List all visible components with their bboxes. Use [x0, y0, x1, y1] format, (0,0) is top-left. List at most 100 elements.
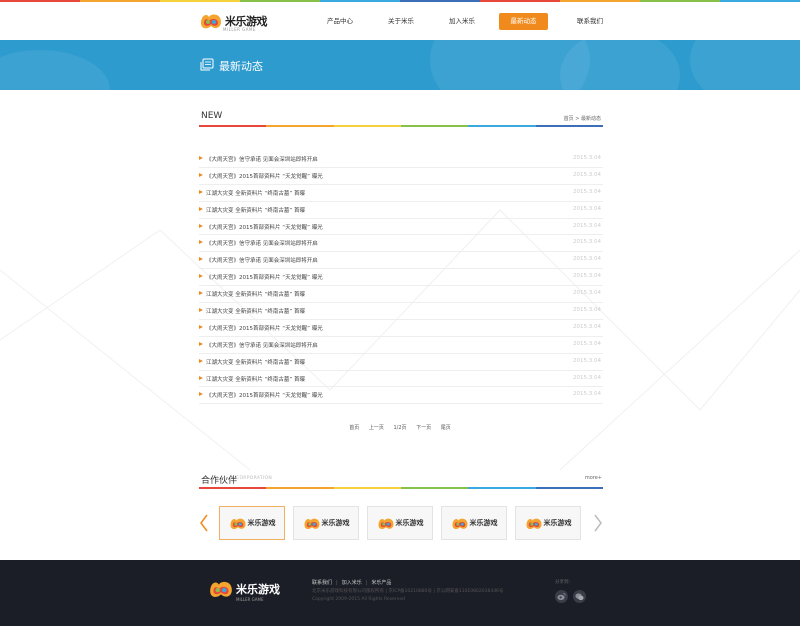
breadcrumb-separator: >	[575, 116, 580, 122]
news-item[interactable]: 江湖大灾变 全新资料片 “终南古墓” 首曝 2015.3.04	[199, 286, 603, 304]
breadcrumb: 首页 > 最新动态	[564, 115, 601, 122]
divider-segment	[333, 487, 401, 489]
news-item[interactable]: 江湖大灾变 全新资料片 “终南古墓” 首曝 2015.3.04	[199, 354, 603, 371]
news-item-title[interactable]: 《大闹天宫》2015首部资料片 “天龙觉醒” 曝光	[206, 324, 323, 332]
partner-logo-card[interactable]: 米乐游戏	[441, 506, 507, 540]
partner-logo: 米乐游戏	[525, 516, 572, 531]
divider-segment	[535, 125, 603, 127]
arrow-right-icon	[199, 189, 203, 194]
news-item-title[interactable]: 《大闹天宫》信守承诺 见面会深圳站即将开启	[206, 239, 318, 247]
news-item-date: 2015.3.04	[573, 188, 601, 195]
footer-logo-text: 米乐游戏	[236, 583, 280, 596]
arrow-right-icon	[199, 358, 203, 363]
news-item-date: 2015.3.04	[573, 307, 601, 314]
news-item-title[interactable]: 《大闹天宫》2015首部资料片 “天龙觉醒” 曝光	[206, 172, 323, 180]
page-title: 最新动态	[219, 60, 263, 73]
news-item[interactable]: 《大闹天宫》信守承诺 见面会深圳站即将开启 2015.3.04	[199, 151, 603, 168]
footer-link-products[interactable]: 米乐产品	[371, 580, 391, 586]
divider-segment	[400, 487, 469, 489]
news-item-title[interactable]: 《大闹天宫》2015首部资料片 “天龙觉醒” 曝光	[206, 273, 323, 281]
news-item-title[interactable]: 《大闹天宫》2015首部资料片 “天龙觉醒” 曝光	[206, 391, 323, 399]
section-divider	[199, 487, 603, 489]
news-item[interactable]: 《大闹天宫》2015首部资料片 “天龙觉醒” 曝光 2015.3.04	[199, 219, 603, 236]
arrow-right-icon	[199, 223, 203, 228]
nav-item-news[interactable]: 最新动态	[499, 13, 548, 30]
share-label: 分享到：	[555, 580, 573, 585]
partner-logo-card[interactable]: 米乐游戏	[293, 506, 359, 540]
arrow-right-icon	[199, 375, 203, 380]
news-item[interactable]: 江湖大灾变 全新资料片 “终南古墓” 首曝 2015.3.04	[199, 303, 603, 320]
partner-logo-card[interactable]: 米乐游戏	[367, 506, 433, 540]
nav-item-about[interactable]: 关于米乐	[371, 13, 431, 30]
news-item-date: 2015.3.04	[573, 391, 601, 398]
pager-last[interactable]: 尾页	[441, 425, 451, 431]
news-item[interactable]: 《大闹天宫》信守承诺 见面会深圳站即将开启 2015.3.04	[199, 337, 603, 354]
partner-logo-text: 米乐游戏	[543, 519, 572, 527]
footer-link-separator: |	[365, 580, 368, 586]
footer-link-join[interactable]: 加入米乐	[342, 580, 362, 586]
news-item-title[interactable]: 江湖大灾变 全新资料片 “终南古墓” 首曝	[206, 307, 305, 315]
wechat-icon[interactable]	[573, 590, 586, 603]
news-item[interactable]: 《大闹天宫》信守承诺 见面会深圳站即将开启 2015.3.04	[199, 235, 603, 253]
news-item-title[interactable]: 《大闹天宫》信守承诺 见面会深圳站即将开启	[206, 256, 318, 264]
partner-logo-card[interactable]: 米乐游戏	[219, 506, 285, 540]
arrow-right-icon	[199, 274, 203, 279]
news-item-title[interactable]: 江湖大灾变 全新资料片 “终南古墓” 首曝	[206, 189, 305, 197]
news-item[interactable]: 《大闹天宫》2015首部资料片 “天龙觉醒” 曝光 2015.3.04	[199, 269, 603, 287]
news-item-date: 2015.3.04	[573, 239, 601, 246]
breadcrumb-home[interactable]: 首页	[564, 116, 574, 122]
news-list: 《大闹天宫》信守承诺 见面会深圳站即将开启 2015.3.04 《大闹天宫》2015…	[199, 151, 603, 405]
site-logo[interactable]: 米乐游戏 MILLER GAME	[199, 8, 271, 34]
news-item-title[interactable]: 江湖大灾变 全新资料片 “终南古墓” 首曝	[206, 358, 305, 366]
news-item[interactable]: 《大闹天宫》2015首部资料片 “天龙觉醒” 曝光 2015.3.04	[199, 387, 603, 405]
news-item-title[interactable]: 江湖大灾变 全新资料片 “终南古墓” 首曝	[206, 290, 305, 298]
news-item-title[interactable]: 江湖大灾变 全新资料片 “终南古墓” 首曝	[206, 206, 305, 214]
arrow-right-icon	[199, 172, 203, 177]
pager-next[interactable]: 下一页	[416, 425, 431, 431]
footer-link-contact[interactable]: 联系我们	[312, 580, 332, 586]
pager-prev[interactable]: 上一页	[369, 425, 384, 431]
nav-item-contact[interactable]: 联系我们	[560, 13, 620, 30]
partners-section-header: 合作伙伴 CORPORATION more+	[199, 473, 603, 489]
news-item-date: 2015.3.04	[573, 155, 601, 161]
news-item[interactable]: 江湖大灾变 全新资料片 “终南古墓” 首曝 2015.3.04	[199, 202, 603, 219]
arrow-right-icon	[199, 240, 203, 245]
weibo-icon[interactable]	[555, 590, 568, 603]
banner-decoration	[0, 50, 110, 90]
partners-section-subtitle: CORPORATION	[236, 476, 273, 481]
partner-logo: 米乐游戏	[229, 516, 276, 531]
divider-segment	[199, 487, 267, 489]
footer-links: 联系我们 | 加入米乐 | 米乐产品	[312, 579, 391, 586]
nav-item-join[interactable]: 加入米乐	[432, 13, 492, 30]
partners-carousel: 米乐游戏 米乐游戏 米乐游戏 米乐游戏 米乐游戏	[199, 506, 603, 540]
site-header: 米乐游戏 MILLER GAME 产品中心 关于米乐 加入米乐 最新动态 联系我…	[0, 2, 800, 40]
logo-mark-icon	[378, 518, 393, 529]
news-item[interactable]: 江湖大灾变 全新资料片 “终南古墓” 首曝 2015.3.04	[199, 371, 603, 388]
logo-mark-icon	[230, 518, 245, 529]
partner-logo-text: 米乐游戏	[469, 519, 498, 527]
news-section-header: NEW 首页 > 最新动态	[199, 111, 603, 127]
partner-logo-card[interactable]: 米乐游戏	[515, 506, 581, 540]
news-item[interactable]: 江湖大灾变 全新资料片 “终南古墓” 首曝 2015.3.04	[199, 185, 603, 202]
news-item[interactable]: 《大闹天宫》信守承诺 见面会深圳站即将开启 2015.3.04	[199, 252, 603, 270]
divider-segment	[400, 125, 469, 127]
news-item-date: 2015.3.04	[573, 273, 601, 280]
divider-segment	[468, 125, 536, 127]
divider-segment	[266, 125, 334, 127]
pager-first[interactable]: 首页	[349, 425, 359, 431]
news-item-title[interactable]: 《大闹天宫》信守承诺 见面会深圳站即将开启	[206, 341, 318, 349]
nav-item-products[interactable]: 产品中心	[310, 13, 370, 30]
logo-subtitle: MILLER GAME	[223, 27, 256, 32]
section-divider	[199, 125, 603, 127]
news-item-title[interactable]: 《大闹天宫》信守承诺 见面会深圳站即将开启	[206, 155, 318, 163]
chevron-right-icon[interactable]	[593, 513, 603, 533]
news-item-title[interactable]: 《大闹天宫》2015首部资料片 “天龙觉醒” 曝光	[206, 223, 323, 231]
news-item-title[interactable]: 江湖大灾变 全新资料片 “终南古墓” 首曝	[206, 375, 305, 383]
news-item-date: 2015.3.04	[573, 357, 601, 364]
arrow-right-icon	[199, 308, 203, 313]
partners-more-link[interactable]: more+	[585, 475, 602, 481]
footer-logo[interactable]: 米乐游戏 MILLER GAME	[208, 578, 280, 602]
news-item[interactable]: 《大闹天宫》2015首部资料片 “天龙觉醒” 曝光 2015.3.04	[199, 168, 603, 185]
arrow-right-icon	[199, 291, 203, 296]
news-item[interactable]: 《大闹天宫》2015首部资料片 “天龙觉醒” 曝光 2015.3.04	[199, 320, 603, 337]
